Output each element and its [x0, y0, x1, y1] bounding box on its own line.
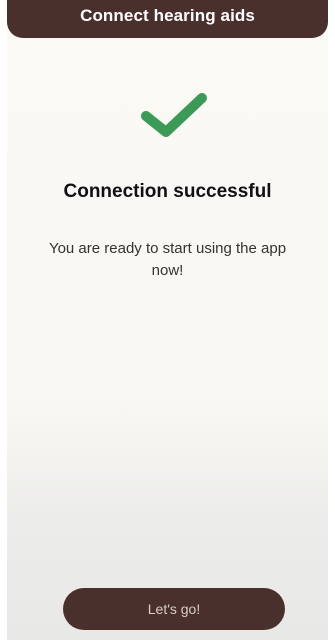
- status-message: You are ready to start using the app now…: [48, 240, 287, 279]
- status-heading: Connection successful: [63, 181, 272, 202]
- connection-success-screen: Connect hearing aids Connection successf…: [7, 0, 328, 640]
- app-frame: Connect hearing aids Connection successf…: [0, 0, 335, 640]
- lets-go-button[interactable]: Let's go!: [63, 588, 285, 630]
- checkmark-icon: [141, 93, 207, 137]
- top-header-bar: Connect hearing aids: [7, 0, 328, 38]
- page-title: Connect hearing aids: [80, 6, 255, 25]
